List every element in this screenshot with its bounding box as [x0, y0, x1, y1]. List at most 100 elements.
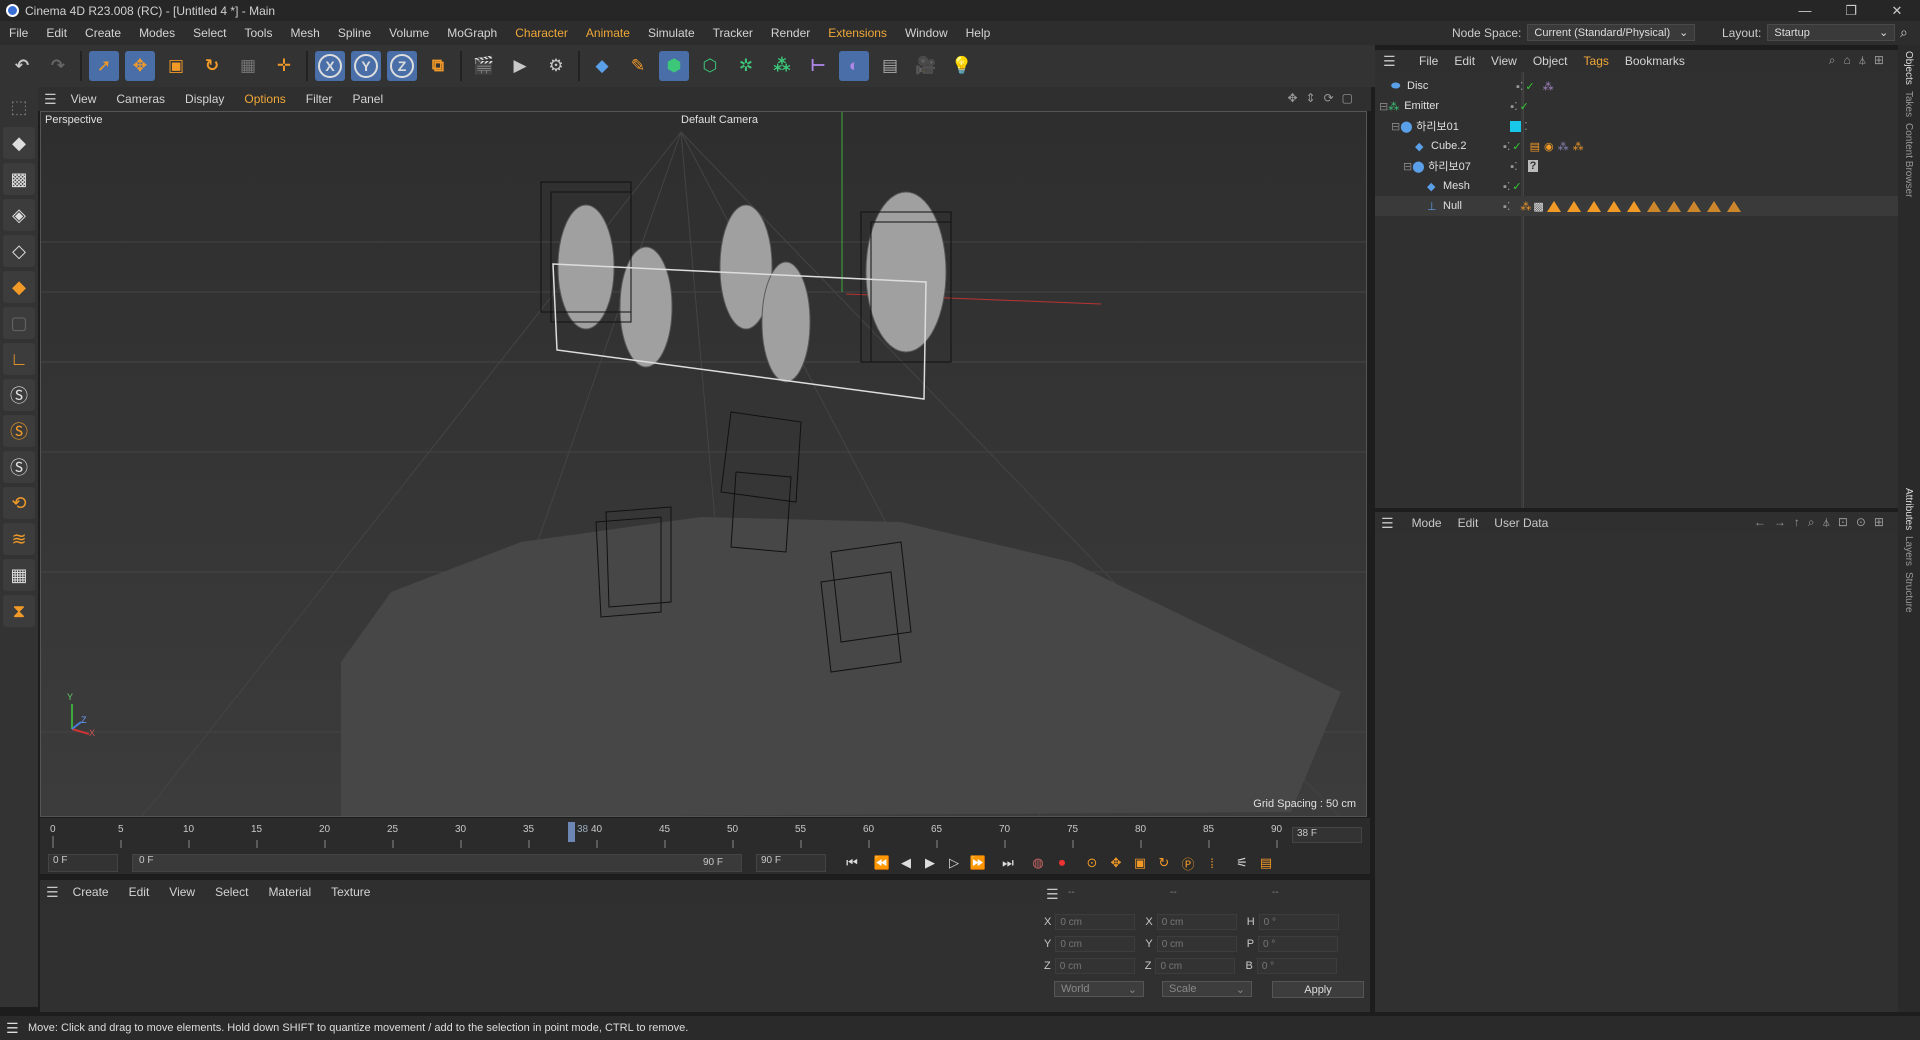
viewport-menu-view[interactable]: View [61, 92, 107, 106]
apply-button[interactable]: Apply [1272, 981, 1364, 998]
visibility-toggle[interactable]: ▪⁚ [1503, 180, 1510, 193]
object-row-mesh[interactable]: ◆ Mesh ▪⁚ ✓ [1375, 176, 1898, 196]
menu-select[interactable]: Select [184, 26, 235, 40]
redo-icon[interactable]: ↷ [43, 51, 73, 81]
end-frame-field[interactable]: 90 F [756, 854, 826, 872]
polygons-mode-icon[interactable]: ◆ [3, 271, 35, 303]
close-button[interactable]: ✕ [1874, 0, 1920, 21]
camera-label[interactable]: Default Camera [681, 114, 758, 126]
menu-simulate[interactable]: Simulate [639, 26, 704, 40]
scheme-settings-icon[interactable]: ⚟ [1230, 853, 1254, 873]
warning-tag-icon[interactable] [1706, 200, 1721, 212]
menu-animate[interactable]: Animate [577, 26, 639, 40]
field-icon[interactable]: ◐ [839, 51, 869, 81]
hamburger-icon[interactable]: ☰ [1381, 515, 1394, 532]
object-row-disc[interactable]: ⬬ Disc ▪⁚ ✓ ⁂ [1375, 76, 1898, 96]
menu-modes[interactable]: Modes [130, 26, 184, 40]
camera-icon[interactable]: 🎥 [911, 51, 941, 81]
place-tool-icon[interactable]: ✛ [269, 51, 299, 81]
hamburger-icon[interactable]: ☰ [6, 1020, 19, 1037]
attribute-menu-mode[interactable]: Mode [1404, 516, 1450, 530]
position-key-icon[interactable]: ✥ [1104, 853, 1128, 873]
menu-extensions[interactable]: Extensions [819, 26, 896, 40]
tab-structure[interactable]: Structure [1903, 572, 1914, 613]
locked-workplane-icon[interactable]: ⧗ [3, 595, 35, 627]
snap-mode-icon[interactable]: Ⓢ [3, 451, 35, 483]
cube-icon[interactable]: ◆ [587, 51, 617, 81]
object-row-null[interactable]: ⊥ Null ▪⁚ ⁂ ▩ [1375, 196, 1898, 216]
autokeying-icon[interactable]: ⏺ [1050, 853, 1074, 873]
deformer-icon[interactable]: ⊢ [803, 51, 833, 81]
live-select-icon[interactable]: ▦ [233, 51, 263, 81]
object-menu-tags[interactable]: Tags [1576, 54, 1617, 68]
undo-icon[interactable]: ↶ [7, 51, 37, 81]
layer-color-swatch[interactable] [1510, 120, 1522, 132]
pos-y-field[interactable]: 0 cm [1055, 936, 1136, 952]
material-menu-material[interactable]: Material [258, 885, 321, 899]
rotate-tool-icon[interactable]: ↻ [197, 51, 227, 81]
next-key-icon[interactable]: ⏩ [966, 853, 990, 873]
collapse-icon[interactable]: ⊟ [1403, 160, 1412, 173]
z-axis-lock-button[interactable]: Z [387, 51, 417, 81]
pos-z-field[interactable]: 0 cm [1054, 958, 1135, 974]
scale-tool-icon[interactable]: ▣ [161, 51, 191, 81]
select-tool-icon[interactable]: ➚ [89, 51, 119, 81]
rot-h-field[interactable]: 0 ° [1258, 914, 1339, 930]
object-row-cube2[interactable]: ◆ Cube.2 ▪⁚ ✓ ▤ ◉ ⁂ ⁂ [1375, 136, 1898, 156]
enabled-check-icon[interactable]: ✓ [1520, 100, 1529, 113]
menu-create[interactable]: Create [76, 26, 130, 40]
rot-p-field[interactable]: 0 ° [1258, 936, 1339, 952]
menu-mesh[interactable]: Mesh [281, 26, 328, 40]
move-tool-icon[interactable]: ✥ [125, 51, 155, 81]
menu-file[interactable]: File [0, 26, 37, 40]
enabled-check-icon[interactable]: ✓ [1525, 80, 1534, 93]
grid-align-icon[interactable]: ▦ [3, 559, 35, 591]
hamburger-icon[interactable]: ☰ [1046, 886, 1059, 903]
warning-tag-icon[interactable] [1726, 200, 1741, 212]
material-menu-edit[interactable]: Edit [119, 885, 160, 899]
material-tag-icon[interactable]: ⁂ [1543, 80, 1554, 93]
tweak-mode-icon[interactable]: ⟲ [3, 487, 35, 519]
3d-viewport[interactable]: Perspective Default Camera Grid Spacing … [40, 111, 1367, 817]
texture-mode-icon[interactable]: ▩ [3, 163, 35, 195]
start-frame-field[interactable]: 0 F [48, 854, 118, 872]
collapse-icon[interactable]: ⊟ [1379, 100, 1388, 113]
edges-mode-icon[interactable]: ◇ [3, 235, 35, 267]
display-tag-icon[interactable]: ▤ [1530, 140, 1540, 153]
axis-mode-icon[interactable]: ∟ [3, 343, 35, 375]
hamburger-icon[interactable]: ☰ [44, 91, 57, 108]
menu-render[interactable]: Render [762, 26, 819, 40]
visibility-dots[interactable]: ⁚ [1524, 120, 1528, 133]
material-tag-icon[interactable]: ⁂ [1573, 140, 1584, 153]
viewport-navigation-icons[interactable]: ✥⇕⟳▢ [1287, 91, 1361, 105]
render-settings-icon[interactable]: ⚙ [541, 51, 571, 81]
menu-character[interactable]: Character [506, 26, 577, 40]
hamburger-icon[interactable]: ☰ [1383, 53, 1396, 70]
warning-tag-icon[interactable] [1606, 200, 1621, 212]
attribute-menu-user-data[interactable]: User Data [1486, 516, 1556, 530]
scale-key-icon[interactable]: ▣ [1128, 853, 1152, 873]
warning-tag-icon[interactable] [1646, 200, 1661, 212]
light-icon[interactable]: 💡 [947, 51, 977, 81]
object-menu-bookmarks[interactable]: Bookmarks [1617, 54, 1693, 68]
visibility-toggle[interactable]: ▪⁚ [1503, 140, 1510, 153]
object-row-emitter[interactable]: ⊟ ⁂ Emitter ▪⁚ ✓ [1375, 96, 1898, 116]
material-tag-icon[interactable]: ⁂ [1520, 200, 1531, 213]
tab-layers[interactable]: Layers [1903, 536, 1914, 566]
menu-volume[interactable]: Volume [380, 26, 438, 40]
object-menu-view[interactable]: View [1483, 54, 1525, 68]
next-frame-icon[interactable]: ▷ [942, 853, 966, 873]
material-manager-area[interactable] [40, 904, 1040, 1012]
viewport-menu-display[interactable]: Display [175, 92, 234, 106]
cloner-icon[interactable]: ✲ [731, 51, 761, 81]
pos-x-field[interactable]: 0 cm [1055, 914, 1136, 930]
menu-mograph[interactable]: MoGraph [438, 26, 506, 40]
previous-key-icon[interactable]: ⏪ [870, 853, 894, 873]
tab-attributes[interactable]: Attributes [1903, 488, 1914, 530]
mograph-tag-icon[interactable]: ⁂ [1558, 140, 1569, 153]
extrude-icon[interactable]: ⬡ [695, 51, 725, 81]
rot-b-field[interactable]: 0 ° [1256, 958, 1337, 974]
size-x-field[interactable]: 0 cm [1156, 914, 1237, 930]
search-icon[interactable]: ⌕ [1900, 24, 1908, 41]
subdivision-surface-icon[interactable]: ⬢ [659, 51, 689, 81]
